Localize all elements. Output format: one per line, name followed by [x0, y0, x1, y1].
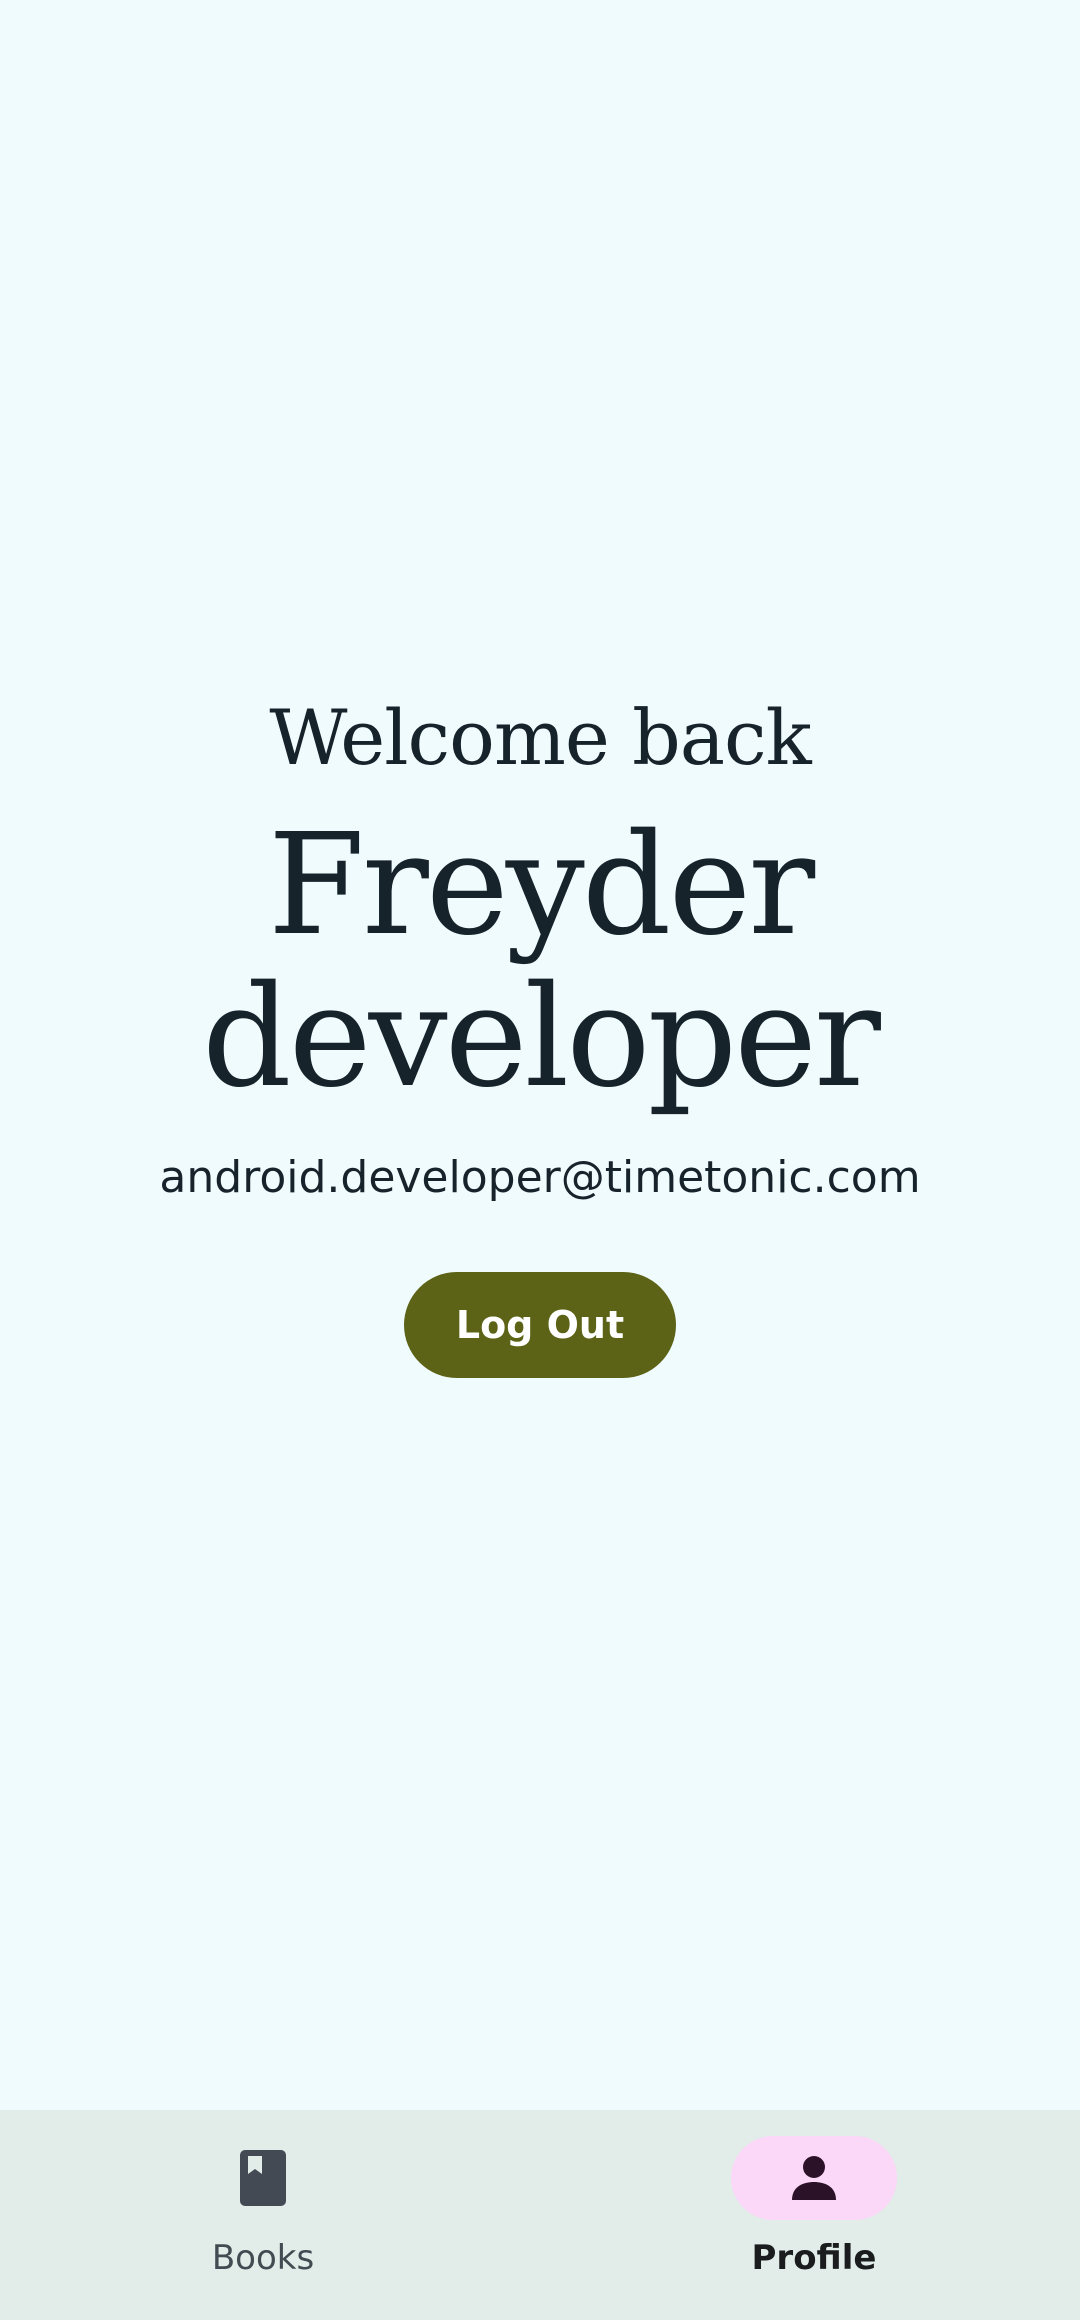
nav-profile-indicator — [731, 2136, 897, 2220]
nav-item-books[interactable]: Books — [113, 2136, 413, 2286]
bottom-navigation-bar: Books Profile — [0, 2110, 1080, 2320]
person-icon — [792, 2156, 836, 2200]
user-name: Freyder developer — [202, 804, 881, 1119]
nav-item-profile[interactable]: Profile — [664, 2136, 964, 2286]
nav-books-indicator — [199, 2136, 327, 2220]
logout-button[interactable]: Log Out — [404, 1272, 676, 1378]
nav-label-books: Books — [211, 2238, 315, 2278]
user-email: android.developer@timetonic.com — [159, 1152, 921, 1203]
nav-label-profile: Profile — [751, 2238, 877, 2278]
profile-screen: Welcome back Freyder developer android.d… — [0, 0, 1080, 2110]
book-icon — [240, 2150, 286, 2206]
welcome-text: Welcome back — [269, 693, 811, 782]
